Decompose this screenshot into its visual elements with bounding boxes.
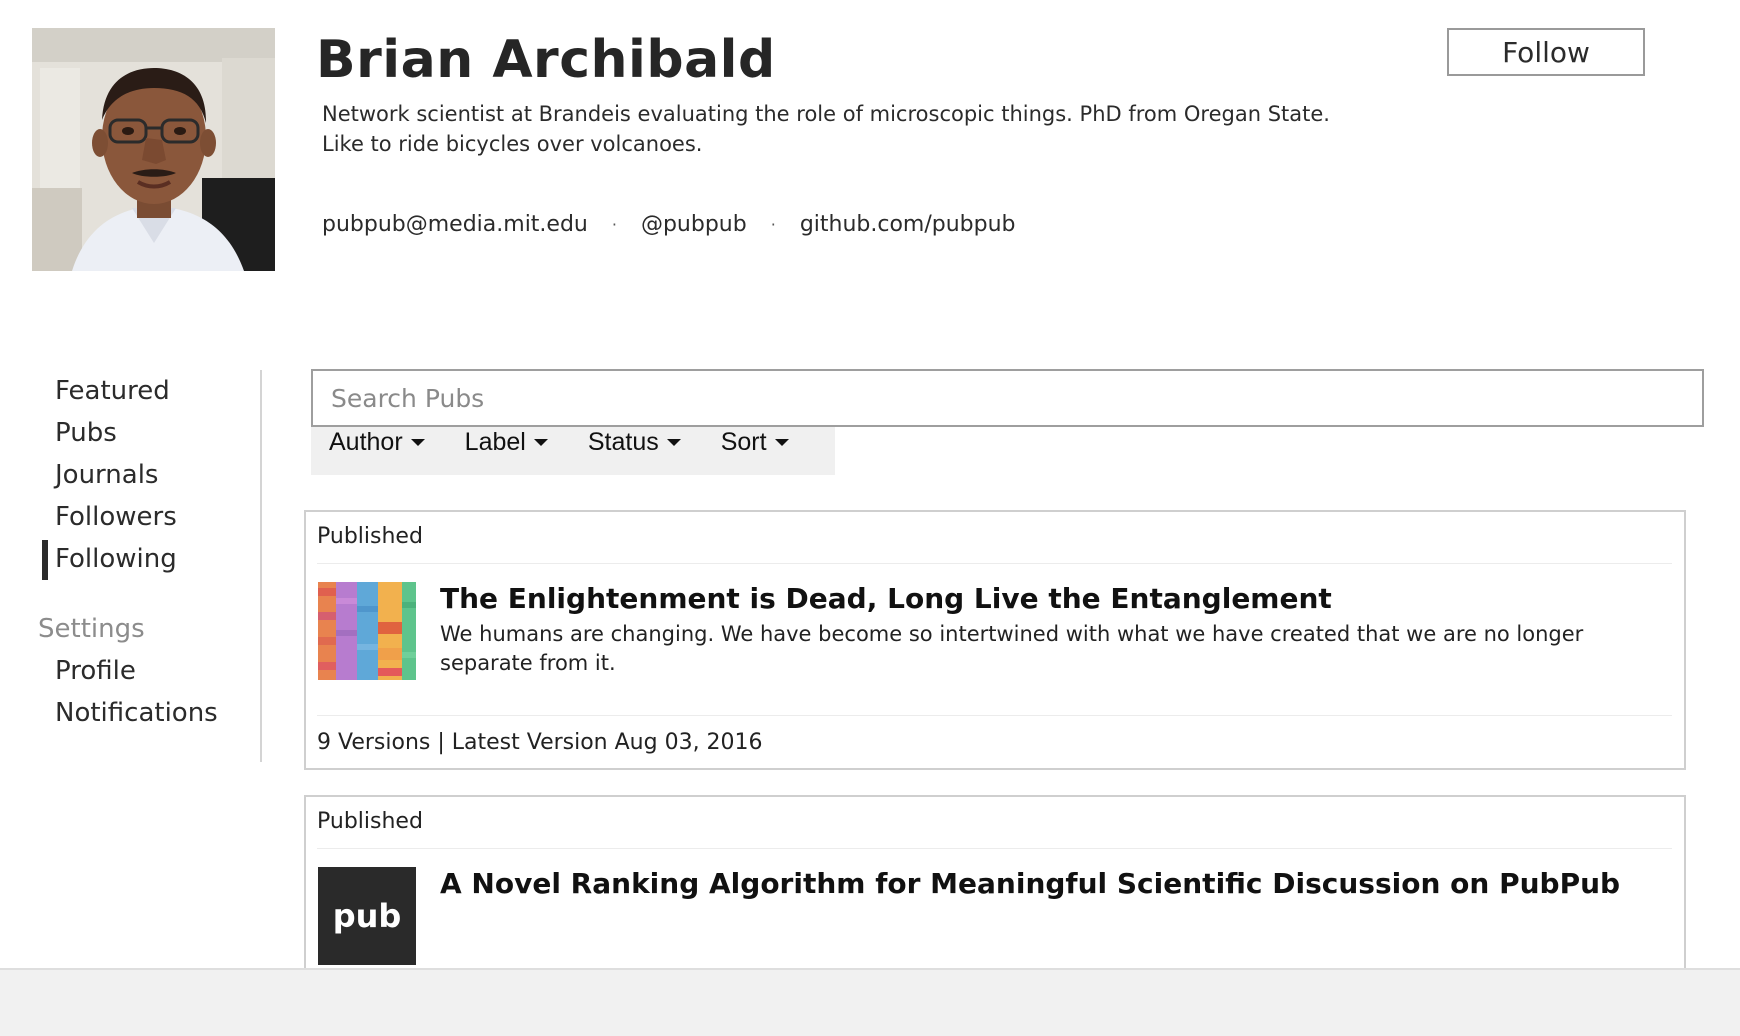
filter-bar: Author Label Status Sort	[311, 427, 835, 475]
sort-dropdown[interactable]: Sort	[721, 427, 789, 457]
separator-dot: ·	[611, 215, 617, 234]
author-filter-label: Author	[329, 428, 403, 456]
pub-title[interactable]: A Novel Ranking Algorithm for Meaningful…	[440, 867, 1620, 900]
sidebar-heading-settings: Settings	[38, 614, 145, 644]
divider	[317, 563, 1672, 564]
divider	[317, 715, 1672, 716]
email-link[interactable]: pubpub@media.mit.edu	[322, 212, 588, 237]
caret-down-icon	[533, 438, 548, 446]
sidebar-item-featured[interactable]: Featured	[38, 370, 260, 412]
bottom-bar	[0, 968, 1740, 1036]
pub-logo-thumbnail-icon[interactable]: pub	[318, 867, 416, 965]
sidebar-item-followers[interactable]: Followers	[38, 496, 260, 538]
twitter-link[interactable]: @pubpub	[641, 212, 747, 237]
profile-sidebar-nav: Featured Pubs Journals Followers Followi…	[38, 370, 262, 762]
avatar-photo	[32, 28, 275, 271]
search-pubs-input[interactable]	[311, 369, 1704, 427]
pub-version-meta: 9 Versions | Latest Version Aug 03, 2016	[317, 730, 763, 755]
author-filter-dropdown[interactable]: Author	[329, 427, 425, 457]
label-filter-dropdown[interactable]: Label	[465, 427, 548, 457]
sidebar-item-following[interactable]: Following	[38, 538, 260, 580]
colorful-grid-thumbnail-icon[interactable]	[318, 582, 416, 680]
status-filter-label: Status	[587, 428, 659, 456]
caret-down-icon	[666, 438, 681, 446]
profile-bio: Network scientist at Brandeis evaluating…	[322, 102, 1330, 156]
follow-button[interactable]: Follow	[1447, 28, 1645, 76]
divider	[317, 848, 1672, 849]
pub-status-label: Published	[317, 809, 423, 834]
separator-dot: ·	[770, 215, 776, 234]
sort-label: Sort	[720, 428, 767, 456]
caret-down-icon	[410, 438, 425, 446]
github-link[interactable]: github.com/pubpub	[800, 212, 1016, 237]
pub-description: We humans are changing. We have become s…	[440, 622, 1584, 675]
profile-avatar	[32, 28, 275, 271]
pub-status-label: Published	[317, 524, 423, 549]
profile-name: Brian Archibald	[316, 30, 776, 90]
status-filter-dropdown[interactable]: Status	[588, 427, 681, 457]
sidebar-item-journals[interactable]: Journals	[38, 454, 260, 496]
pub-card[interactable]: Published pub A Novel Ranking Algorithm …	[304, 795, 1686, 995]
caret-down-icon	[774, 438, 789, 446]
pub-title[interactable]: The Enlightenment is Dead, Long Live the…	[440, 582, 1332, 615]
profile-contact-links: pubpub@media.mit.edu · @pubpub · github.…	[322, 212, 1016, 237]
pub-card[interactable]: Published The Enlightenment is Dead, Lon…	[304, 510, 1686, 770]
sidebar-item-pubs[interactable]: Pubs	[38, 412, 260, 454]
sidebar-item-profile[interactable]: Profile	[38, 650, 260, 692]
sidebar-item-notifications[interactable]: Notifications	[38, 692, 260, 734]
label-filter-label: Label	[464, 428, 526, 456]
